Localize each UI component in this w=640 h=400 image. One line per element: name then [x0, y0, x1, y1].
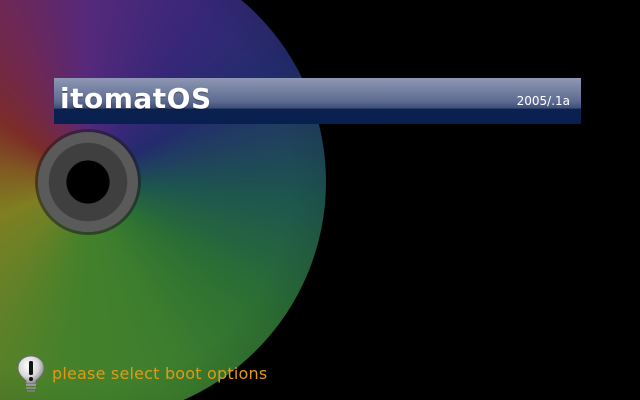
status-bar: please select boot options — [14, 354, 267, 394]
boot-prompt-message: please select boot options — [52, 364, 268, 383]
exclamation-icon — [14, 354, 48, 394]
os-version: 2005/.1a — [516, 94, 570, 108]
os-title: itomatOS — [60, 82, 212, 115]
title-bar: itomatOS 2005/.1a — [54, 78, 581, 124]
boot-screen: itomatOS 2005/.1a please select boot opt… — [0, 0, 640, 400]
cd-disc-hub — [38, 132, 138, 232]
